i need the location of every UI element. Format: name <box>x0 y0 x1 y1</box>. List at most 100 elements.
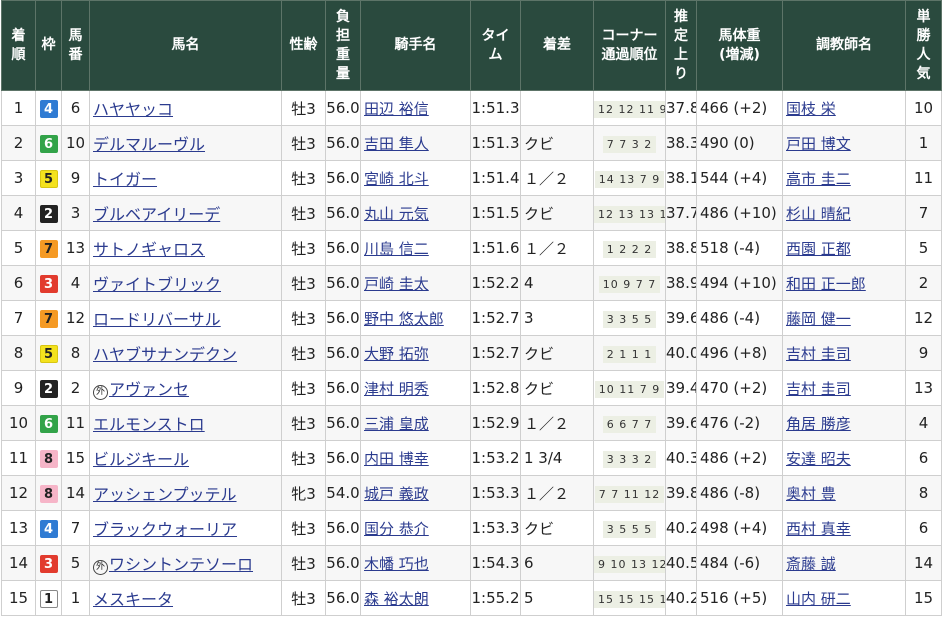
jockey-link[interactable]: 戸崎 圭太 <box>364 275 429 293</box>
header-margin: 着差 <box>520 0 594 91</box>
trainer-link[interactable]: 国枝 栄 <box>786 100 836 118</box>
horse-name-link[interactable]: メスキータ <box>93 590 173 609</box>
sex-age-cell: 牡3 <box>281 300 326 336</box>
header-row: 着順 枠 馬番 馬名 性齢 負担重量 騎手名 タイム 着差 コーナー 通過順位 推… <box>1 0 942 91</box>
corner-positions: 7 7 3 2 <box>602 135 657 153</box>
jockey-link[interactable]: 宮崎 北斗 <box>364 170 429 188</box>
jockey-link[interactable]: 野中 悠太郎 <box>364 310 444 328</box>
time-cell: 1:51.3 <box>470 90 521 126</box>
trainer-link[interactable]: 戸田 博文 <box>786 135 851 153</box>
margin-cell <box>520 90 594 126</box>
trainer-cell: 西村 真幸 <box>782 510 906 546</box>
waku-cell: 3 <box>35 265 62 301</box>
trainer-link[interactable]: 杉山 晴紀 <box>786 205 851 223</box>
last3f-cell: 40.2 <box>665 510 697 546</box>
body-weight-cell: 470 (+2) <box>696 370 783 406</box>
table-row: 6 3 4 ヴァイトブリック 牡3 56.0 戸崎 圭太 1:52.2 4 10 9 7 7 38.… <box>1 265 942 301</box>
horse-name-link[interactable]: サトノギャロス <box>93 240 205 259</box>
table-row: 5 7 13 サトノギャロス 牡3 56.0 川島 信二 1:51.6 １／２ 1 2 2 2 38… <box>1 230 942 266</box>
jockey-cell: 丸山 元気 <box>360 195 471 231</box>
waku-cell: 6 <box>35 125 62 161</box>
jockey-link[interactable]: 丸山 元気 <box>364 205 429 223</box>
waku-cell: 3 <box>35 545 62 581</box>
umaban-cell: 15 <box>61 440 90 476</box>
trainer-link[interactable]: 西園 正都 <box>786 240 851 258</box>
horse-name-link[interactable]: トイガー <box>93 170 157 189</box>
umaban-cell: 2 <box>61 370 90 406</box>
rank-cell: 7 <box>1 300 36 336</box>
rank-cell: 11 <box>1 440 36 476</box>
last3f-cell: 39.6 <box>665 405 697 441</box>
time-cell: 1:54.3 <box>470 545 521 581</box>
jockey-link[interactable]: 津村 明秀 <box>364 380 429 398</box>
trainer-link[interactable]: 和田 正一郎 <box>786 275 866 293</box>
body-weight-cell: 490 (0) <box>696 125 783 161</box>
trainer-link[interactable]: 藤岡 健一 <box>786 310 851 328</box>
umaban-cell: 6 <box>61 90 90 126</box>
umaban-cell: 1 <box>61 580 90 616</box>
popularity-cell: 10 <box>905 90 942 126</box>
trainer-cell: 高市 圭二 <box>782 160 906 196</box>
horse-name-link[interactable]: ハヤヤッコ <box>93 100 173 119</box>
jockey-link[interactable]: 川島 信二 <box>364 240 429 258</box>
horse-name-link[interactable]: アヴァンセ <box>109 380 189 399</box>
last3f-cell: 37.8 <box>665 90 697 126</box>
trainer-link[interactable]: 角居 勝彦 <box>786 415 851 433</box>
sex-age-cell: 牡3 <box>281 90 326 126</box>
trainer-link[interactable]: 斎藤 誠 <box>786 555 836 573</box>
umaban-cell: 4 <box>61 265 90 301</box>
rank-cell: 1 <box>1 90 36 126</box>
horse-name-link[interactable]: ワシントンテソーロ <box>109 555 253 574</box>
umaban-cell: 11 <box>61 405 90 441</box>
weight-cell: 56.0 <box>325 300 361 336</box>
rank-cell: 12 <box>1 475 36 511</box>
horse-name-link[interactable]: アッシェンプッテル <box>93 485 237 504</box>
jockey-link[interactable]: 田辺 裕信 <box>364 100 429 118</box>
rank-cell: 15 <box>1 580 36 616</box>
body-weight-cell: 466 (+2) <box>696 90 783 126</box>
jockey-cell: 内田 博幸 <box>360 440 471 476</box>
horse-name-link[interactable]: ロードリバーサル <box>93 310 221 329</box>
header-time: タイム <box>470 0 521 91</box>
last3f-cell: 40.2 <box>665 580 697 616</box>
last3f-cell: 38.1 <box>665 160 697 196</box>
horse-name-link[interactable]: エルモンストロ <box>93 415 205 434</box>
jockey-link[interactable]: 大野 拓弥 <box>364 345 429 363</box>
jockey-link[interactable]: 森 裕太朗 <box>364 590 429 608</box>
jockey-link[interactable]: 三浦 皇成 <box>364 415 429 433</box>
horse-name-link[interactable]: ヴァイトブリック <box>93 275 221 294</box>
trainer-link[interactable]: 安達 昭夫 <box>786 450 851 468</box>
body-weight-cell: 494 (+10) <box>696 265 783 301</box>
body-weight-cell: 516 (+5) <box>696 580 783 616</box>
trainer-link[interactable]: 吉村 圭司 <box>786 345 851 363</box>
header-sexage: 性齢 <box>281 0 326 91</box>
jockey-link[interactable]: 内田 博幸 <box>364 450 429 468</box>
table-row: 12 8 14 アッシェンプッテル 牝3 54.0 城戸 義政 1:53.3 １／２ 7 7 11… <box>1 475 942 511</box>
time-cell: 1:51.5 <box>470 195 521 231</box>
horse-name-link[interactable]: ブラックウォーリア <box>93 520 237 539</box>
trainer-link[interactable]: 西村 真幸 <box>786 520 851 538</box>
time-cell: 1:53.2 <box>470 440 521 476</box>
jockey-link[interactable]: 国分 恭介 <box>364 520 429 538</box>
horse-name-link[interactable]: ハヤブサナンデクン <box>93 345 237 364</box>
rank-cell: 5 <box>1 230 36 266</box>
jockey-link[interactable]: 木幡 巧也 <box>364 555 429 573</box>
umaban-cell: 12 <box>61 300 90 336</box>
trainer-link[interactable]: 山内 研二 <box>786 590 851 608</box>
corner-cell: 1 2 2 2 <box>593 230 666 266</box>
horse-name-link[interactable]: デルマルーヴル <box>93 135 205 154</box>
trainer-link[interactable]: 高市 圭二 <box>786 170 851 188</box>
umaban-cell: 5 <box>61 545 90 581</box>
trainer-cell: 角居 勝彦 <box>782 405 906 441</box>
jockey-link[interactable]: 城戸 義政 <box>364 485 429 503</box>
trainer-cell: 奥村 豊 <box>782 475 906 511</box>
trainer-link[interactable]: 吉村 圭司 <box>786 380 851 398</box>
corner-positions: 14 13 7 9 <box>594 170 665 188</box>
sex-age-cell: 牡3 <box>281 125 326 161</box>
corner-cell: 9 10 13 12 <box>593 545 666 581</box>
horse-name-link[interactable]: ビルジキール <box>93 450 189 469</box>
horse-name-link[interactable]: ブルベアイリーデ <box>93 205 220 224</box>
trainer-link[interactable]: 奥村 豊 <box>786 485 836 503</box>
horse-name-cell: サトノギャロス <box>89 230 282 266</box>
jockey-link[interactable]: 吉田 隼人 <box>364 135 429 153</box>
